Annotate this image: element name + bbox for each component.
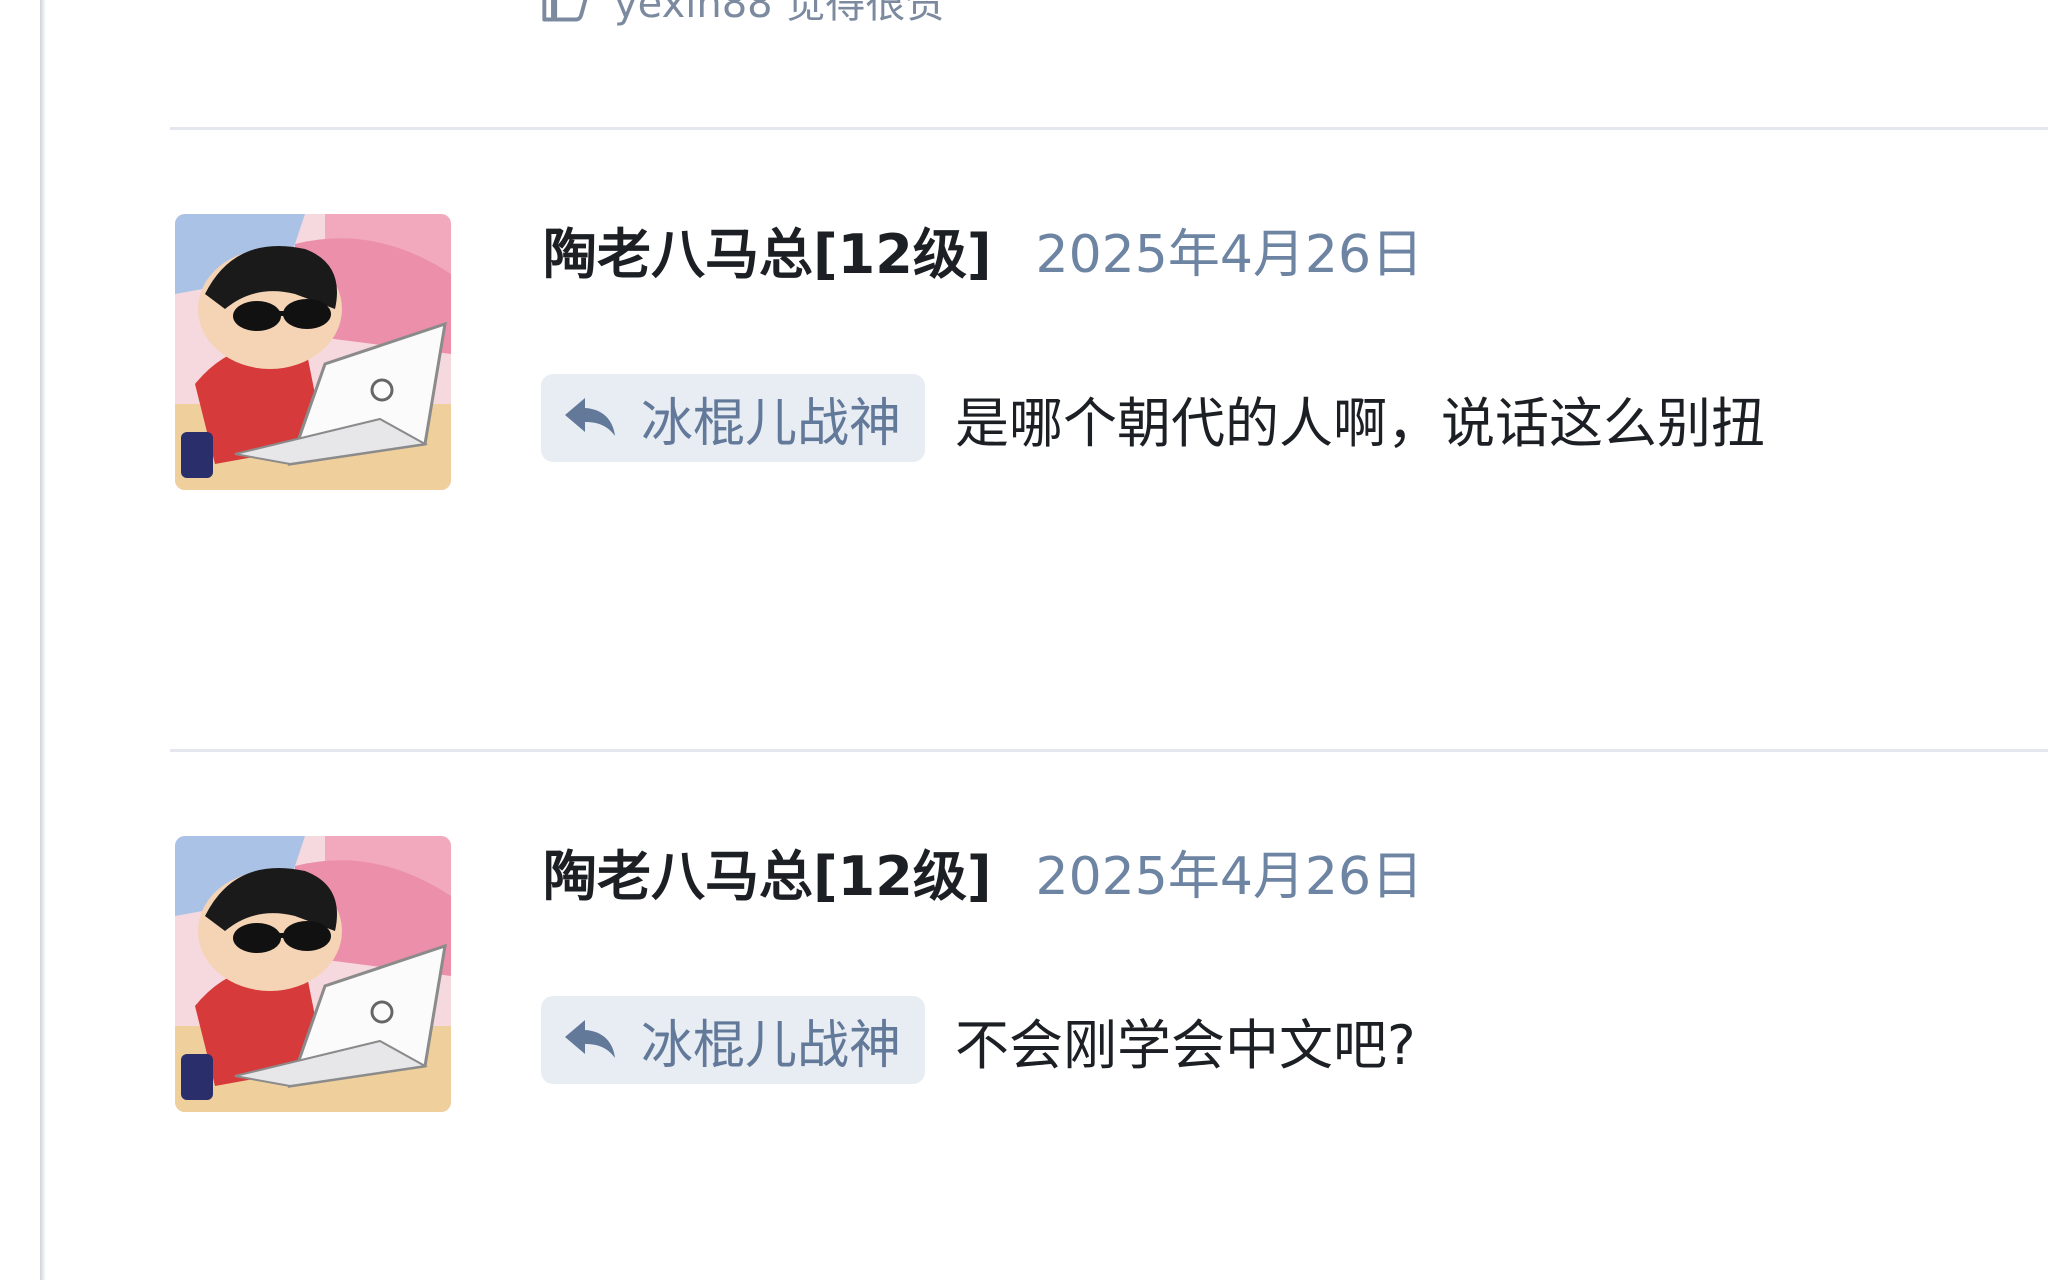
comment-divider — [170, 127, 2048, 130]
left-rail — [0, 0, 40, 1280]
comment-text: 不会刚学会中文吧? — [955, 1013, 1416, 1077]
like-summary-text: yexin88 觉得很赞 — [614, 0, 946, 27]
comment-meta: 陶老八马总[12级] 2025年4月26日 — [543, 212, 1424, 287]
like-summary[interactable]: yexin88 觉得很赞 — [540, 0, 945, 28]
comment-date[interactable]: 2025年4月26日 — [1036, 212, 1424, 287]
comment-text: 是哪个朝代的人啊，说话这么别扭 — [955, 391, 1766, 455]
avatar-image — [175, 214, 451, 490]
comment-thread-page: yexin88 觉得很赞 陶老八马总[12级] 2025年4月26日 冰棍儿战神… — [0, 0, 2048, 1280]
comment-item: 陶老八马总[12级] 2025年4月26日 冰棍儿战神 是哪个朝代的人啊，说话这… — [175, 214, 2035, 504]
avatar[interactable] — [175, 214, 451, 490]
thumbs-up-icon — [540, 0, 592, 26]
avatar[interactable] — [175, 836, 451, 1112]
comment-item: 陶老八马总[12级] 2025年4月26日 冰棍儿战神 不会刚学会中文吧? — [175, 836, 2035, 1126]
comment-body: 冰棍儿战神 是哪个朝代的人啊，说话这么别扭 — [541, 374, 1765, 462]
reply-to-name: 冰棍儿战神 — [641, 393, 902, 454]
reply-to-chip[interactable]: 冰棍儿战神 — [541, 996, 926, 1084]
comment-meta: 陶老八马总[12级] 2025年4月26日 — [543, 834, 1424, 909]
comment-divider — [170, 749, 2048, 752]
comment-date[interactable]: 2025年4月26日 — [1036, 834, 1424, 909]
username[interactable]: 陶老八马总[12级] — [543, 832, 992, 911]
username[interactable]: 陶老八马总[12级] — [543, 210, 992, 289]
left-rail-border — [40, 0, 46, 1280]
reply-arrow-icon — [563, 1018, 619, 1062]
reply-to-chip[interactable]: 冰棍儿战神 — [541, 374, 926, 462]
reply-to-name: 冰棍儿战神 — [641, 1015, 902, 1076]
comment-body: 冰棍儿战神 不会刚学会中文吧? — [541, 996, 1416, 1084]
reply-arrow-icon — [563, 396, 619, 440]
avatar-image — [175, 836, 451, 1112]
